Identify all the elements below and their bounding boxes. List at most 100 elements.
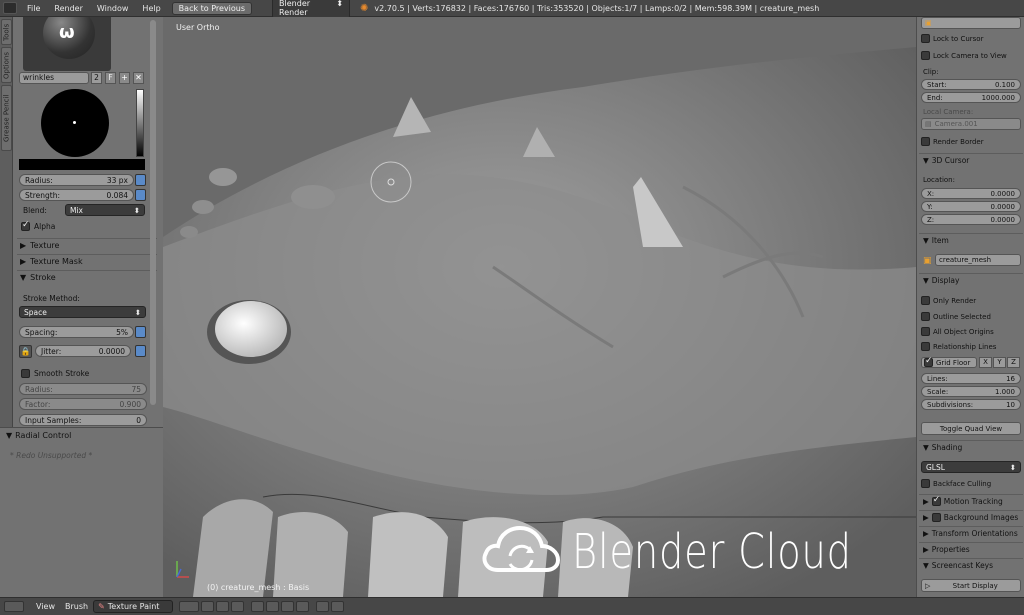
input-samples-label: Input Samples:: [25, 415, 82, 425]
display-section[interactable]: ▼ Display: [919, 273, 1023, 287]
layer-icon[interactable]: [251, 601, 265, 612]
layer-icon[interactable]: [296, 601, 310, 612]
relationship-lines-toggle[interactable]: Relationship Lines: [921, 341, 1021, 352]
blend-select[interactable]: Mix ⬍: [65, 204, 145, 216]
input-samples-slider[interactable]: Input Samples: 0: [19, 414, 147, 426]
grid-lines-field[interactable]: Lines: 16: [921, 373, 1021, 384]
add-brush-icon[interactable]: +: [119, 72, 130, 84]
start-display-button[interactable]: ▷ Start Display: [921, 579, 1021, 592]
pressure-icon[interactable]: [135, 345, 146, 357]
cursor-x-field[interactable]: X: 0.0000: [921, 188, 1021, 199]
color-value-strip[interactable]: [136, 89, 144, 157]
strength-slider[interactable]: Strength: 0.084: [19, 189, 134, 201]
backface-culling-toggle[interactable]: Backface Culling: [921, 478, 1021, 489]
lock-to-cursor-toggle[interactable]: Lock to Cursor: [921, 33, 1021, 44]
radial-control-title: Radial Control: [15, 431, 72, 440]
grid-scale-field[interactable]: Scale: 1.000: [921, 386, 1021, 397]
lock-camera-label: Lock Camera to View: [933, 51, 1007, 60]
play-icon: ▷: [925, 581, 931, 590]
render-animation-icon[interactable]: [331, 601, 345, 612]
render-border-toggle[interactable]: Render Border: [921, 136, 1021, 147]
axis-z-toggle[interactable]: Z: [1007, 357, 1020, 368]
menu-window[interactable]: Window: [90, 4, 136, 13]
cursor-x-label: X:: [927, 189, 935, 198]
screencast-keys-section[interactable]: ▼ Screencast Keys: [919, 558, 1023, 572]
pressure-icon[interactable]: [135, 174, 146, 186]
outline-selected-label: Outline Selected: [933, 312, 991, 321]
object-name-field[interactable]: creature_mesh: [935, 254, 1021, 266]
grid-subdivisions-field[interactable]: Subdivisions: 10: [921, 399, 1021, 410]
smooth-stroke-toggle[interactable]: Smooth Stroke: [21, 369, 89, 378]
transform-orientations-section[interactable]: ▶ Transform Orientations: [919, 526, 1023, 540]
layer-icon[interactable]: [266, 601, 280, 612]
cursor-y-field[interactable]: Y: 0.0000: [921, 201, 1021, 212]
jitter-slider[interactable]: Jitter: 0.0000: [35, 345, 131, 357]
render-preview-icon[interactable]: [316, 601, 330, 612]
brush-preview[interactable]: ω: [23, 17, 111, 71]
local-camera-value: Camera.001: [934, 120, 978, 128]
only-render-toggle[interactable]: Only Render: [921, 295, 1021, 306]
3d-cursor-section[interactable]: ▼ 3D Cursor: [919, 153, 1023, 167]
tab-tools[interactable]: Tools: [1, 19, 12, 45]
radius-value: 33 px: [106, 175, 128, 185]
fake-user-button[interactable]: F: [105, 72, 116, 84]
radius-slider[interactable]: Radius: 33 px: [19, 174, 134, 186]
item-section[interactable]: ▼ Item: [919, 233, 1023, 247]
texture-section[interactable]: ▶ Texture: [17, 238, 157, 252]
all-object-origins-toggle[interactable]: All Object Origins: [921, 326, 1021, 337]
menu-brush[interactable]: Brush: [60, 602, 93, 611]
layer-icon[interactable]: [216, 601, 230, 612]
layer-icon[interactable]: [281, 601, 295, 612]
pressure-icon[interactable]: [135, 326, 146, 338]
axis-y-toggle[interactable]: Y: [993, 357, 1006, 368]
menu-render[interactable]: Render: [47, 4, 89, 13]
checkbox-icon[interactable]: [931, 495, 941, 506]
outline-selected-toggle[interactable]: Outline Selected: [921, 311, 1021, 322]
checkbox-icon[interactable]: [931, 513, 941, 522]
menu-file[interactable]: File: [20, 4, 47, 13]
menu-view[interactable]: View: [31, 602, 60, 611]
close-icon[interactable]: ✕: [133, 72, 144, 84]
menu-help[interactable]: Help: [135, 4, 167, 13]
clip-end-field[interactable]: End: 1000.000: [921, 92, 1021, 103]
lock-icon[interactable]: 🔒: [19, 345, 32, 358]
editor-type-icon[interactable]: [4, 601, 24, 612]
editor-type-icon[interactable]: [3, 2, 17, 14]
properties-region: ▣ Lock to Cursor Lock Camera to View Cli…: [916, 17, 1024, 597]
properties-section[interactable]: ▶ Properties: [919, 542, 1023, 556]
radial-control-header[interactable]: ▼ Radial Control: [6, 431, 71, 440]
spacing-slider[interactable]: Spacing: 5%: [19, 326, 134, 338]
shading-select[interactable]: GLSL ⬍: [921, 461, 1021, 473]
shading-section-label: Shading: [931, 443, 963, 452]
texture-mask-section[interactable]: ▶ Texture Mask: [17, 254, 157, 268]
motion-tracking-section[interactable]: ▶ Motion Tracking: [919, 494, 1023, 508]
tab-grease-pencil[interactable]: Grease Pencil: [1, 85, 12, 151]
lock-object-field[interactable]: ▣: [921, 17, 1021, 29]
cursor-z-field[interactable]: Z: 0.0000: [921, 214, 1021, 225]
brush-name-field[interactable]: wrinkles: [19, 72, 89, 84]
stroke-section[interactable]: ▼ Stroke: [17, 270, 157, 284]
3d-viewport[interactable]: User Ortho (0) creature_mesh : Basis: [163, 17, 916, 597]
shading-section[interactable]: ▼ Shading: [919, 440, 1023, 454]
toggle-quad-view-button[interactable]: Toggle Quad View: [921, 422, 1021, 435]
tool-shelf-scrollbar[interactable]: [150, 20, 156, 405]
pressure-icon[interactable]: [135, 189, 146, 201]
stroke-method-select[interactable]: Space ⬍: [19, 306, 146, 318]
relationship-lines-label: Relationship Lines: [933, 342, 997, 351]
triangle-right-icon: ▶: [20, 241, 27, 250]
tab-options[interactable]: Options: [1, 47, 12, 83]
layer-icon[interactable]: [231, 601, 245, 612]
lock-to-cursor-label: Lock to Cursor: [933, 34, 984, 43]
face-mask-icon[interactable]: [201, 601, 215, 612]
viewport-shading-icon[interactable]: [179, 601, 200, 612]
grid-scale-value: 1.000: [994, 387, 1015, 396]
grid-floor-toggle[interactable]: Grid Floor: [921, 356, 977, 368]
color-bar[interactable]: [19, 159, 145, 170]
mode-select[interactable]: ✎ Texture Paint: [93, 600, 174, 613]
back-to-previous-button[interactable]: Back to Previous: [171, 1, 253, 15]
background-images-section[interactable]: ▶ Background Images: [919, 510, 1023, 524]
lock-camera-toggle[interactable]: Lock Camera to View: [921, 50, 1021, 61]
alpha-toggle[interactable]: Alpha: [21, 220, 55, 231]
clip-start-field[interactable]: Start: 0.100: [921, 79, 1021, 90]
axis-x-toggle[interactable]: X: [979, 357, 992, 368]
